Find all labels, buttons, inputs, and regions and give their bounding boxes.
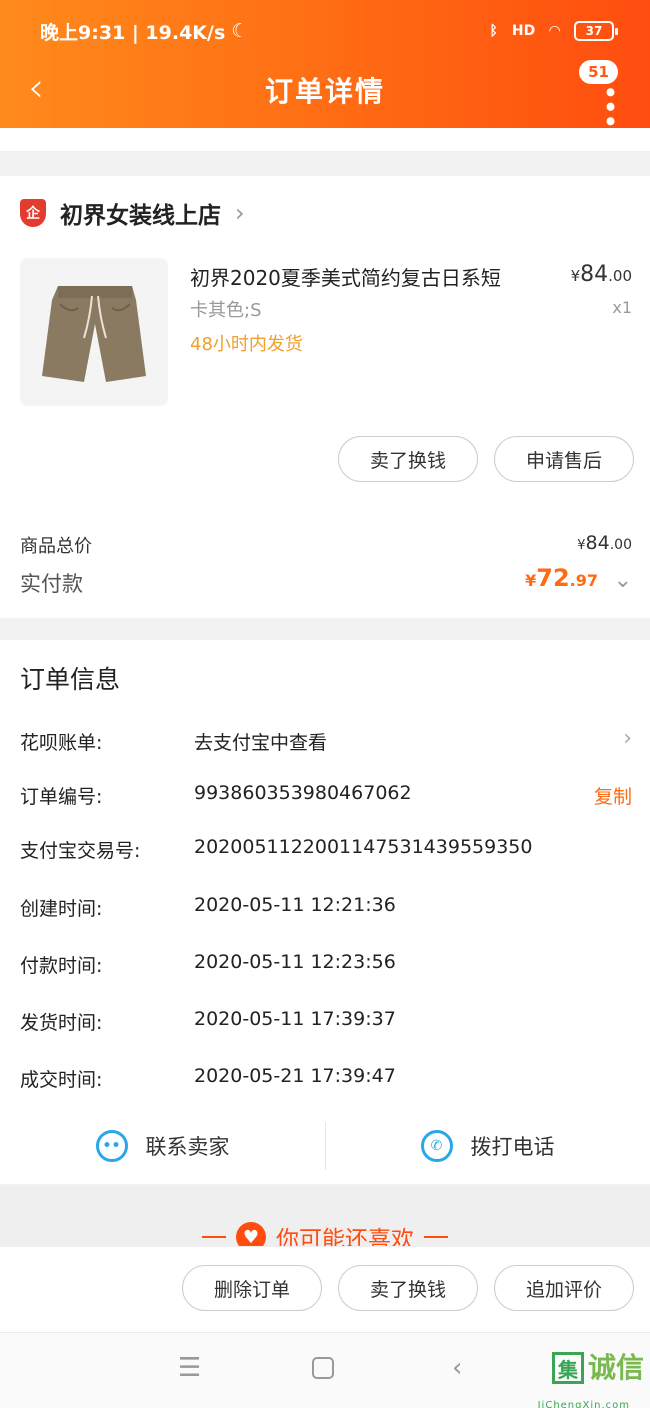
order-number-row: 订单编号: 993860353980467062 复制 [20, 782, 632, 812]
call-phone-button[interactable]: ✆ 拨打电话 [325, 1122, 650, 1170]
chevron-right-icon: › [623, 726, 632, 751]
menu-icon[interactable]: ☰ [178, 1353, 201, 1383]
paid-integer: 72 [536, 564, 570, 592]
contact-seller-label: 联系卖家 [145, 1135, 230, 1159]
product-price: ¥84.00 [571, 262, 632, 287]
contact-seller-button[interactable]: •• 联系卖家 [0, 1122, 325, 1170]
price-decimal: .00 [608, 267, 632, 285]
total-price-label: 商品总价 [20, 536, 92, 557]
watermark-logo: 集 诚信 JiChengXin.com [538, 1351, 644, 1408]
sell-for-cash-bottom-button[interactable]: 卖了换钱 [338, 1265, 478, 1311]
created-time-row: 创建时间: 2020-05-11 12:21:36 [20, 894, 632, 924]
delete-order-button[interactable]: 删除订单 [182, 1265, 322, 1311]
shop-order-card: 企 初界女装线上店 › 初界2020夏季美式简约复古日系短 卡其色;S 48小时… [0, 176, 650, 618]
app-header: 晚上9:31 | 19.4K/s ☾ ᛒ HD ◠ 37 ‹ 订单详情 51 •… [0, 0, 650, 128]
total-integer: 84 [585, 532, 610, 554]
recommend-section: ♥ 你可能还喜欢 [0, 1186, 650, 1253]
order-number-value: 993860353980467062 [194, 782, 412, 804]
currency-symbol: ¥ [570, 267, 581, 285]
product-quantity: x1 [612, 298, 632, 317]
message-count-badge: 51 [579, 60, 618, 84]
shipped-time-label: 发货时间: [20, 1012, 103, 1034]
currency-symbol: ¥ [577, 538, 586, 553]
contact-divider [325, 1122, 326, 1170]
contact-bar: •• 联系卖家 ✆ 拨打电话 [0, 1122, 650, 1170]
watermark-sub: JiChengXin.com [537, 1400, 630, 1408]
paid-decimal: .97 [569, 571, 598, 590]
signal-hd-icon: HD [511, 23, 536, 39]
paid-time-value: 2020-05-11 12:23:56 [194, 951, 396, 973]
currency-symbol: ¥ [525, 571, 537, 590]
status-time-speed: 晚上9:31 | 19.4K/s [40, 21, 226, 44]
created-time-value: 2020-05-11 12:21:36 [194, 894, 396, 916]
huabei-label: 花呗账单: [20, 732, 103, 754]
decor-line [202, 1236, 226, 1238]
shipping-promise: 48小时内发货 [190, 334, 303, 355]
completed-time-label: 成交时间: [20, 1069, 103, 1091]
paid-amount-value: ¥72.97 [525, 564, 598, 592]
alipay-trade-value: 2020051122001147531439559350 [194, 836, 533, 858]
total-decimal: .00 [609, 537, 632, 553]
order-number-label: 订单编号: [20, 786, 103, 808]
shipped-time-row: 发货时间: 2020-05-11 17:39:37 [20, 1008, 632, 1038]
shipped-time-value: 2020-05-11 17:39:37 [194, 1008, 396, 1030]
home-square-icon[interactable] [312, 1357, 334, 1379]
wifi-icon: ◠ [549, 23, 560, 39]
completed-time-value: 2020-05-21 17:39:47 [194, 1065, 396, 1087]
call-phone-label: 拨打电话 [470, 1135, 555, 1159]
product-spec: 卡其色;S [190, 300, 262, 321]
shop-link[interactable]: 企 初界女装线上店 › [20, 196, 245, 230]
bluetooth-icon: ᛒ [489, 23, 498, 39]
watermark-text: 诚信 [587, 1351, 644, 1384]
more-menu-button[interactable]: 51 ••• [579, 60, 626, 128]
paid-time-label: 付款时间: [20, 955, 103, 977]
moon-icon: ☾ [231, 20, 249, 42]
after-sale-button[interactable]: 申请售后 [494, 436, 634, 482]
paid-time-row: 付款时间: 2020-05-11 12:23:56 [20, 951, 632, 981]
chevron-down-icon[interactable]: ⌄ [614, 568, 632, 593]
completed-time-row: 成交时间: 2020-05-21 17:39:47 [20, 1065, 632, 1095]
sell-for-cash-button[interactable]: 卖了换钱 [338, 436, 478, 482]
alipay-trade-row: 支付宝交易号: 2020051122001147531439559350 [20, 836, 632, 866]
copy-button[interactable]: 复制 [594, 782, 632, 809]
header-gap [0, 128, 650, 152]
created-time-label: 创建时间: [20, 898, 103, 920]
watermark-box: 集 [551, 1352, 584, 1384]
chevron-right-icon: › [235, 199, 245, 227]
paid-amount-label: 实付款 [20, 572, 83, 596]
total-price-value: ¥84.00 [577, 532, 632, 554]
shop-logo-icon: 企 [20, 199, 46, 227]
page-title: 订单详情 [264, 75, 385, 108]
battery-indicator: 37 [574, 21, 618, 41]
product-image[interactable] [20, 258, 168, 406]
product-title[interactable]: 初界2020夏季美式简约复古日系短 [190, 262, 501, 291]
order-info-card: 订单信息 花呗账单: 去支付宝中查看 › 订单编号: 9938603539804… [0, 640, 650, 1184]
chat-face-icon: •• [95, 1130, 128, 1162]
shop-name: 初界女装线上店 [60, 203, 221, 229]
nav-back-icon[interactable]: ‹ [452, 1353, 462, 1383]
add-review-button[interactable]: 追加评价 [494, 1265, 634, 1311]
huabei-value: 去支付宝中查看 [194, 732, 328, 754]
decor-line [424, 1236, 448, 1238]
order-info-title: 订单信息 [20, 665, 121, 694]
alipay-trade-label: 支付宝交易号: [20, 840, 141, 862]
status-bar: 晚上9:31 | 19.4K/s ☾ ᛒ HD ◠ 37 [40, 16, 618, 46]
huabei-row[interactable]: 花呗账单: 去支付宝中查看 › [20, 726, 632, 758]
price-integer: 84 [580, 262, 609, 287]
more-dots-icon: ••• [593, 84, 626, 128]
phone-icon: ✆ [420, 1130, 453, 1162]
bottom-action-bar: 删除订单 卖了换钱 追加评价 [0, 1246, 650, 1332]
title-row: ‹ 订单详情 51 ••• [0, 60, 650, 128]
